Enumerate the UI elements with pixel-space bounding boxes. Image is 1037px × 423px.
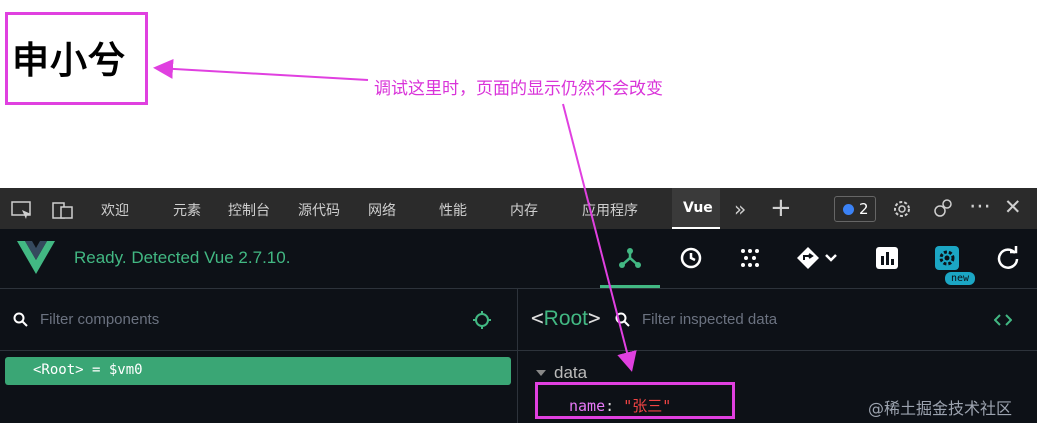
settings-gear-icon[interactable] (891, 198, 913, 220)
tab-welcome[interactable]: 欢迎 (101, 200, 129, 220)
tab-elements[interactable]: 元素 (173, 200, 201, 220)
components-filter-input[interactable]: Filter components (40, 311, 159, 328)
add-tab-icon[interactable]: + (770, 193, 792, 223)
tab-application[interactable]: 应用程序 (582, 200, 638, 220)
highlight-box-data (535, 382, 735, 419)
component-tree-root-label: <Root> = $vm0 (33, 362, 143, 378)
tab-sources[interactable]: 源代码 (298, 200, 340, 220)
inspected-component-close: > (588, 306, 601, 330)
settings-icon[interactable] (934, 245, 960, 271)
annotation-text: 调试这里时，页面的显示仍然不会改变 (374, 79, 663, 99)
vue-toolbar: Ready. Detected Vue 2.7.10. (0, 229, 1037, 289)
highlight-box-title (5, 12, 148, 105)
tab-vue[interactable]: Vue (672, 188, 720, 229)
issues-count: 2 (859, 200, 869, 218)
inspected-component-name: Root (543, 307, 589, 330)
new-badge: new (945, 272, 975, 285)
inspected-component-title: <Root> (531, 306, 601, 331)
components-panel: Filter components <Root> = $vm0 (0, 289, 517, 423)
tab-performance[interactable]: 性能 (439, 200, 467, 220)
search-icon (13, 312, 28, 327)
select-component-icon[interactable] (472, 310, 492, 330)
refresh-icon[interactable] (995, 245, 1021, 271)
data-section-label[interactable]: data (554, 363, 587, 383)
tab-network[interactable]: 网络 (368, 200, 396, 220)
inspect-element-icon[interactable] (11, 200, 33, 220)
inspector-header: <Root> Filter inspected data (518, 289, 1037, 351)
tab-vue-label: Vue (683, 200, 713, 216)
tab-memory[interactable]: 内存 (510, 200, 538, 220)
issues-icon (843, 204, 854, 215)
customize-icon[interactable] (932, 198, 954, 220)
routes-dropdown-icon[interactable] (796, 245, 846, 271)
component-tree-root[interactable]: <Root> = $vm0 (5, 357, 511, 385)
close-devtools-icon[interactable]: ✕ (1004, 195, 1022, 219)
device-toolbar-icon[interactable] (52, 200, 74, 220)
inspected-component-open: < (531, 306, 544, 330)
issues-badge[interactable]: 2 (834, 196, 876, 222)
search-icon (615, 312, 630, 327)
devtools-tab-bar: 欢迎 元素 控制台 源代码 网络 性能 内存 应用程序 Vue » + ⋯ ✕ (0, 188, 1037, 229)
performance-chart-icon[interactable] (874, 245, 900, 271)
vue-logo-icon (17, 241, 55, 274)
components-tree-icon[interactable] (617, 245, 643, 271)
watermark: @稀土掘金技术社区 (868, 399, 1013, 418)
active-tool-indicator (600, 285, 660, 288)
more-tabs-icon[interactable]: » (734, 197, 746, 221)
collapse-caret-icon[interactable] (536, 370, 546, 376)
inspector-filter-input[interactable]: Filter inspected data (642, 311, 777, 328)
open-in-editor-icon[interactable] (994, 313, 1012, 327)
timeline-history-icon[interactable] (677, 245, 703, 271)
tab-console[interactable]: 控制台 (228, 200, 270, 220)
components-filter-bar: Filter components (0, 289, 517, 351)
plugins-icon[interactable] (737, 245, 763, 271)
more-options-icon[interactable]: ⋯ (969, 194, 991, 219)
vue-status: Ready. Detected Vue 2.7.10. (74, 248, 291, 267)
rendered-page: 申小兮 调试这里时，页面的显示仍然不会改变 (0, 0, 1037, 188)
